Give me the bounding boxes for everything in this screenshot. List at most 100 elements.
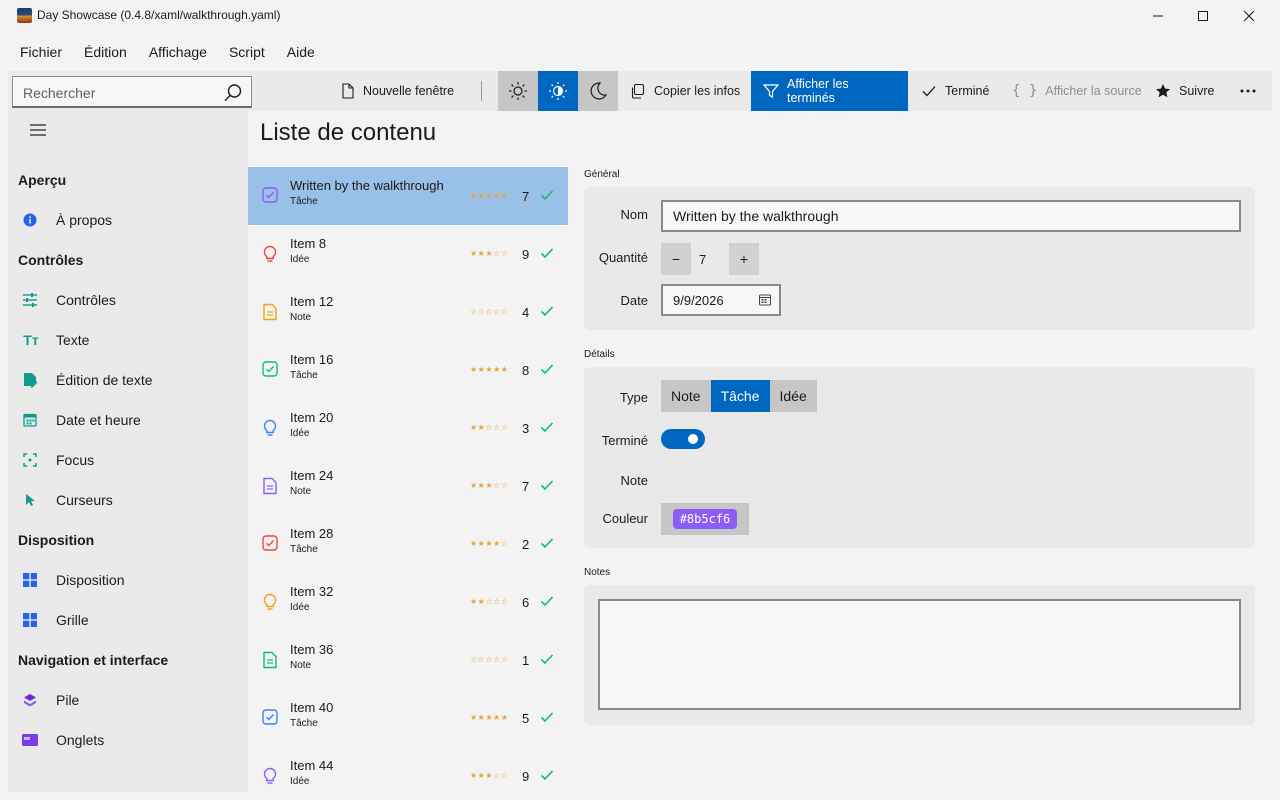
search-icon[interactable] xyxy=(223,83,243,108)
nav-item-text-editing[interactable]: Édition de texte xyxy=(8,362,248,398)
more-icon xyxy=(1240,89,1256,93)
stack-icon xyxy=(22,692,38,708)
list-item[interactable]: Item 44 Idée ★★★☆☆ 9 xyxy=(248,747,568,800)
nav-item-label: Disposition xyxy=(56,572,125,588)
menu-file[interactable]: Fichier xyxy=(0,36,72,68)
copy-info-button[interactable]: Copier les infos xyxy=(630,71,740,111)
details-card: Type Note Tâche Idée Terminé Note Couleu… xyxy=(584,367,1255,548)
list-item-title: Item 40 xyxy=(290,700,334,715)
nav-item-about[interactable]: À propos xyxy=(8,202,248,238)
nav-item-label: Focus xyxy=(56,452,95,468)
type-option-note[interactable]: Note xyxy=(661,380,711,412)
menu-bar: Fichier Édition Affichage Script Aide xyxy=(0,36,327,68)
dark-theme-button[interactable] xyxy=(578,71,618,111)
increment-button[interactable]: + xyxy=(729,243,759,275)
nav-item-controls[interactable]: Contrôles xyxy=(8,282,248,318)
name-input[interactable]: Written by the walkthrough xyxy=(661,200,1241,232)
list-item-count: 6 xyxy=(522,595,530,610)
done-button[interactable]: Terminé xyxy=(921,71,989,111)
menu-help[interactable]: Aide xyxy=(277,36,325,68)
check-icon xyxy=(540,188,554,206)
check-icon xyxy=(540,536,554,554)
list-item-type: Tâche xyxy=(290,370,318,381)
menu-edit[interactable]: Édition xyxy=(74,36,137,68)
nav-item-stack[interactable]: Pile xyxy=(8,682,248,718)
quantity-value[interactable]: 7 xyxy=(699,252,706,267)
close-button[interactable] xyxy=(1226,0,1272,32)
search-input[interactable] xyxy=(23,83,213,103)
show-source-button[interactable]: { } Afficher la source xyxy=(1012,71,1142,111)
color-picker-button[interactable]: #8b5cf6 xyxy=(661,503,749,535)
type-label: Type xyxy=(619,390,648,405)
app-icon xyxy=(17,8,32,23)
list-item[interactable]: Item 16 Tâche ★★★★★ 8 xyxy=(248,341,568,399)
page-title: Liste de contenu xyxy=(260,119,437,146)
decrement-button[interactable]: − xyxy=(661,243,691,275)
list-item[interactable]: Item 24 Note ★★★☆☆ 7 xyxy=(248,457,568,515)
nav-item-text[interactable]: Tт Texte xyxy=(8,322,248,358)
list-item[interactable]: Item 40 Tâche ★★★★★ 5 xyxy=(248,689,568,747)
date-picker[interactable]: 9/9/2026 xyxy=(661,284,781,316)
list-item-count: 2 xyxy=(522,537,530,552)
nav-item-focus[interactable]: Focus xyxy=(8,442,248,478)
follow-button[interactable]: Suivre xyxy=(1155,71,1214,111)
nav-item-date-time[interactable]: Date et heure xyxy=(8,402,248,438)
search-box[interactable] xyxy=(12,76,252,108)
task-icon xyxy=(262,535,278,553)
list-item[interactable]: Item 20 Idée ★★☆☆☆ 3 xyxy=(248,399,568,457)
list-item-type: Idée xyxy=(290,602,310,613)
filter-icon xyxy=(763,83,779,99)
list-item[interactable]: Item 32 Idée ★★☆☆☆ 6 xyxy=(248,573,568,631)
rating-stars: ★★★★★ xyxy=(470,191,509,200)
list-item-type: Tâche xyxy=(290,718,318,729)
nav-item-layout[interactable]: Disposition xyxy=(8,562,248,598)
list-item-title: Written by the walkthrough xyxy=(290,178,444,193)
list-item[interactable]: Item 12 Note ☆☆☆☆☆ 4 xyxy=(248,283,568,341)
more-options-button[interactable] xyxy=(1238,71,1258,111)
text-icon: Tт xyxy=(23,332,39,348)
list-item[interactable]: Item 8 Idée ★★★☆☆ 9 xyxy=(248,225,568,283)
nav-item-cursors[interactable]: Curseurs xyxy=(8,482,248,518)
nav-header-overview: Aperçu xyxy=(18,172,67,188)
maximize-button[interactable] xyxy=(1180,0,1226,32)
list-item-type: Note xyxy=(290,660,312,671)
braces-icon: { } xyxy=(1012,83,1038,99)
show-done-filter-button[interactable]: Afficher les terminés xyxy=(751,71,908,111)
toggle-knob xyxy=(688,434,698,444)
done-toggle[interactable] xyxy=(661,429,705,449)
copy-icon xyxy=(630,83,646,99)
type-option-idea[interactable]: Idée xyxy=(769,380,817,412)
note-label: Note xyxy=(620,473,648,488)
new-window-button[interactable]: Nouvelle fenêtre xyxy=(341,71,454,111)
notes-section-label: Notes xyxy=(584,567,611,578)
list-item[interactable]: Item 36 Note ☆☆☆☆☆ 1 xyxy=(248,631,568,689)
contrast-theme-button[interactable] xyxy=(538,71,578,111)
nav-item-grid[interactable]: Grille xyxy=(8,602,248,638)
menu-view[interactable]: Affichage xyxy=(139,36,217,68)
task-icon xyxy=(262,709,278,727)
type-option-task[interactable]: Tâche xyxy=(710,380,770,412)
rating-stars: ★★★☆☆ xyxy=(470,481,509,490)
maximize-icon xyxy=(1198,11,1208,21)
list-item-type: Note xyxy=(290,312,312,323)
rating-stars: ★★★★☆ xyxy=(470,539,509,548)
date-value: 9/9/2026 xyxy=(673,293,724,308)
check-icon xyxy=(540,304,554,322)
title-bar: Day Showcase (0.4.8/xaml/walkthrough.yam… xyxy=(0,0,1280,32)
nav-item-tabs[interactable]: Onglets xyxy=(8,722,248,758)
notes-textarea[interactable] xyxy=(598,599,1241,710)
menu-script[interactable]: Script xyxy=(219,36,275,68)
list-item-title: Item 20 xyxy=(290,410,334,425)
hamburger-menu-button[interactable] xyxy=(18,119,58,141)
list-item[interactable]: Item 28 Tâche ★★★★☆ 2 xyxy=(248,515,568,573)
lightbulb-icon xyxy=(262,767,278,785)
list-item-type: Idée xyxy=(290,428,310,439)
nav-item-label: Pile xyxy=(56,692,80,708)
minimize-button[interactable] xyxy=(1135,0,1181,32)
list-item-count: 3 xyxy=(522,421,530,436)
rating-stars: ★★☆☆☆ xyxy=(470,597,509,606)
list-item[interactable]: Written by the walkthrough Tâche ★★★★★ 7 xyxy=(248,167,568,225)
light-theme-button[interactable] xyxy=(498,71,538,111)
close-icon xyxy=(1243,10,1255,22)
calendar-icon[interactable] xyxy=(759,294,771,309)
